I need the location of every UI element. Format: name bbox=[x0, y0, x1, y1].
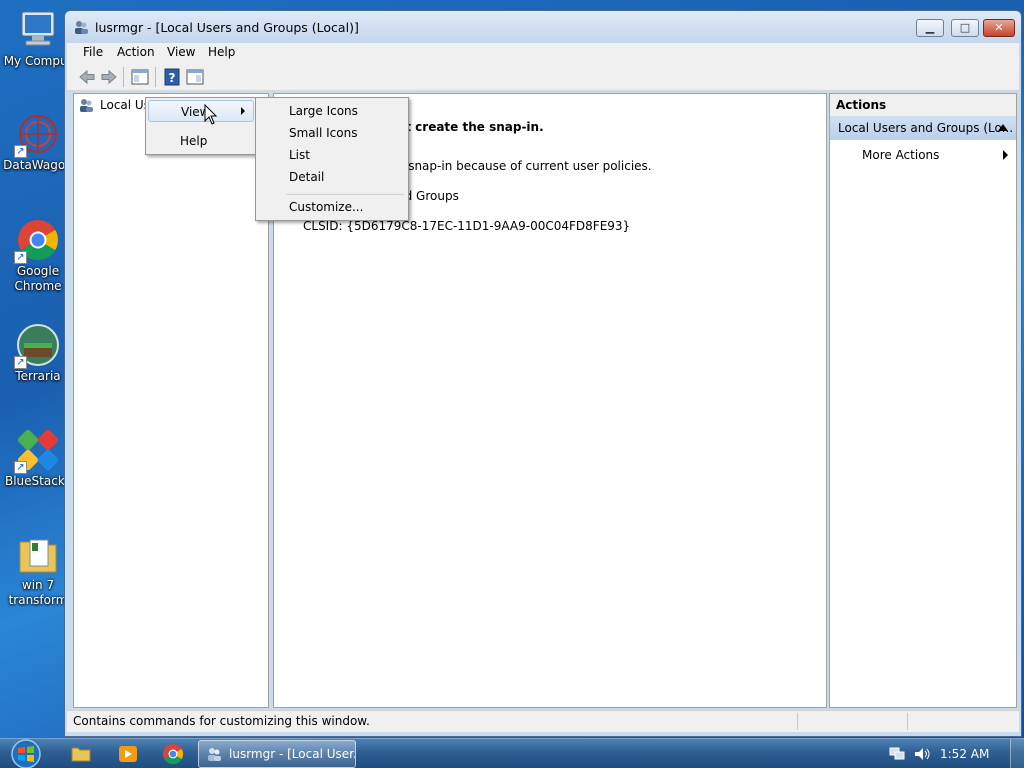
desktop-icon-label: Google Chrome bbox=[14, 264, 62, 293]
menu-bar: File Action View Help bbox=[67, 43, 1019, 63]
folder-icon bbox=[16, 532, 60, 576]
menu-item-label: Large Icons bbox=[289, 104, 358, 118]
datawagon-icon: ↗ bbox=[14, 112, 60, 158]
actions-group-local-users[interactable]: Local Users and Groups (Lo... bbox=[830, 116, 1016, 140]
minimize-button[interactable]: ▁ bbox=[916, 19, 944, 37]
menu-item-label: Small Icons bbox=[289, 126, 358, 140]
menu-help[interactable]: Help bbox=[208, 45, 235, 59]
toolbar-separator bbox=[123, 67, 124, 87]
show-hide-tree-icon[interactable] bbox=[130, 67, 150, 87]
menu-separator bbox=[286, 194, 404, 195]
status-bar: Contains commands for customizing this w… bbox=[67, 710, 1019, 732]
submenu-detail[interactable]: Detail bbox=[256, 166, 408, 188]
users-app-icon bbox=[73, 19, 89, 35]
submenu-arrow-icon bbox=[241, 107, 245, 115]
computer-icon bbox=[16, 8, 60, 52]
desktop-icon-label: DataWagon bbox=[3, 158, 73, 172]
chrome-taskbar-icon[interactable] bbox=[162, 743, 184, 765]
actions-pane: Actions Local Users and Groups (Lo... Mo… bbox=[829, 93, 1017, 708]
menu-item-label: Help bbox=[180, 134, 208, 148]
status-divider bbox=[797, 713, 798, 730]
shortcut-arrow-icon: ↗ bbox=[14, 461, 27, 474]
explorer-taskbar-icon[interactable] bbox=[70, 743, 92, 765]
taskbar: lusrmgr - [Local User... 1:52 AM bbox=[0, 738, 1024, 768]
menu-item-label: List bbox=[289, 148, 310, 162]
snap-in-clsid: CLSID: {5D6179C8-17EC-11D1-9AA9-00C04FD8… bbox=[303, 219, 631, 233]
submenu-customize[interactable]: Customize... bbox=[256, 196, 408, 218]
view-submenu: Large Icons Small Icons List Detail Cust… bbox=[255, 97, 409, 221]
desktop-icon-label: My Comput bbox=[3, 54, 73, 68]
context-menu: View Help bbox=[145, 97, 257, 155]
window-title: lusrmgr - [Local Users and Groups (Local… bbox=[95, 20, 359, 35]
submenu-arrow-icon bbox=[1003, 150, 1008, 160]
maximize-button[interactable]: □ bbox=[951, 19, 979, 37]
start-button[interactable] bbox=[6, 739, 46, 768]
menu-item-label: Customize... bbox=[289, 200, 364, 214]
clock-time[interactable]: 1:52 AM bbox=[940, 747, 989, 761]
back-arrow-icon[interactable] bbox=[77, 67, 97, 87]
users-app-icon bbox=[206, 746, 222, 762]
media-player-taskbar-icon[interactable] bbox=[117, 743, 139, 765]
forward-arrow-icon[interactable] bbox=[99, 67, 119, 87]
desktop-icon-label: BlueStacks bbox=[4, 474, 72, 488]
toolbar: ? bbox=[67, 63, 1019, 91]
collapse-up-icon[interactable] bbox=[998, 124, 1008, 131]
status-text: Contains commands for customizing this w… bbox=[73, 714, 370, 728]
submenu-small-icons[interactable]: Small Icons bbox=[256, 122, 408, 144]
mouse-cursor-icon bbox=[204, 103, 218, 126]
menu-view[interactable]: View bbox=[167, 45, 195, 59]
shortcut-arrow-icon: ↗ bbox=[14, 145, 27, 158]
taskbar-task-lusrmgr[interactable]: lusrmgr - [Local User... bbox=[198, 740, 356, 768]
terraria-icon: ↗ bbox=[14, 323, 60, 369]
actions-group-label: Local Users and Groups (Lo... bbox=[838, 121, 1014, 135]
submenu-large-icons[interactable]: Large Icons bbox=[256, 100, 408, 122]
chrome-icon: ↗ bbox=[14, 218, 60, 264]
actions-header: Actions bbox=[830, 94, 1016, 116]
close-button[interactable]: ✕ bbox=[983, 19, 1015, 37]
menu-item-label: Detail bbox=[289, 170, 325, 184]
status-divider bbox=[907, 713, 908, 730]
shortcut-arrow-icon: ↗ bbox=[14, 251, 27, 264]
taskbar-task-label: lusrmgr - [Local User... bbox=[229, 747, 356, 761]
shortcut-arrow-icon: ↗ bbox=[14, 356, 27, 369]
menu-action[interactable]: Action bbox=[117, 45, 155, 59]
show-desktop-button[interactable] bbox=[1010, 739, 1024, 768]
context-menu-view[interactable]: View bbox=[148, 100, 254, 122]
desktop-icon-label: Terraria bbox=[15, 369, 61, 383]
error-message: e snap-in because of current user polici… bbox=[397, 159, 652, 173]
toolbar-separator bbox=[155, 67, 156, 87]
context-menu-help[interactable]: Help bbox=[146, 130, 256, 152]
users-group-icon bbox=[78, 97, 94, 113]
error-title: ot create the snap-in. bbox=[397, 120, 544, 134]
volume-tray-icon[interactable] bbox=[913, 746, 931, 762]
network-tray-icon[interactable] bbox=[888, 746, 906, 762]
show-hide-action-pane-icon[interactable] bbox=[185, 67, 205, 87]
title-bar[interactable]: lusrmgr - [Local Users and Groups (Local… bbox=[65, 11, 1021, 43]
console-tree-pane: Local Use bbox=[73, 93, 269, 708]
more-actions-link[interactable]: More Actions bbox=[862, 148, 939, 162]
svg-text:?: ? bbox=[169, 71, 176, 85]
submenu-list[interactable]: List bbox=[256, 144, 408, 166]
menu-file[interactable]: File bbox=[83, 45, 103, 59]
help-icon[interactable]: ? bbox=[162, 67, 182, 87]
bluestacks-icon: ↗ bbox=[14, 428, 60, 474]
desktop-icon-label: win 7 transform bbox=[8, 578, 68, 607]
